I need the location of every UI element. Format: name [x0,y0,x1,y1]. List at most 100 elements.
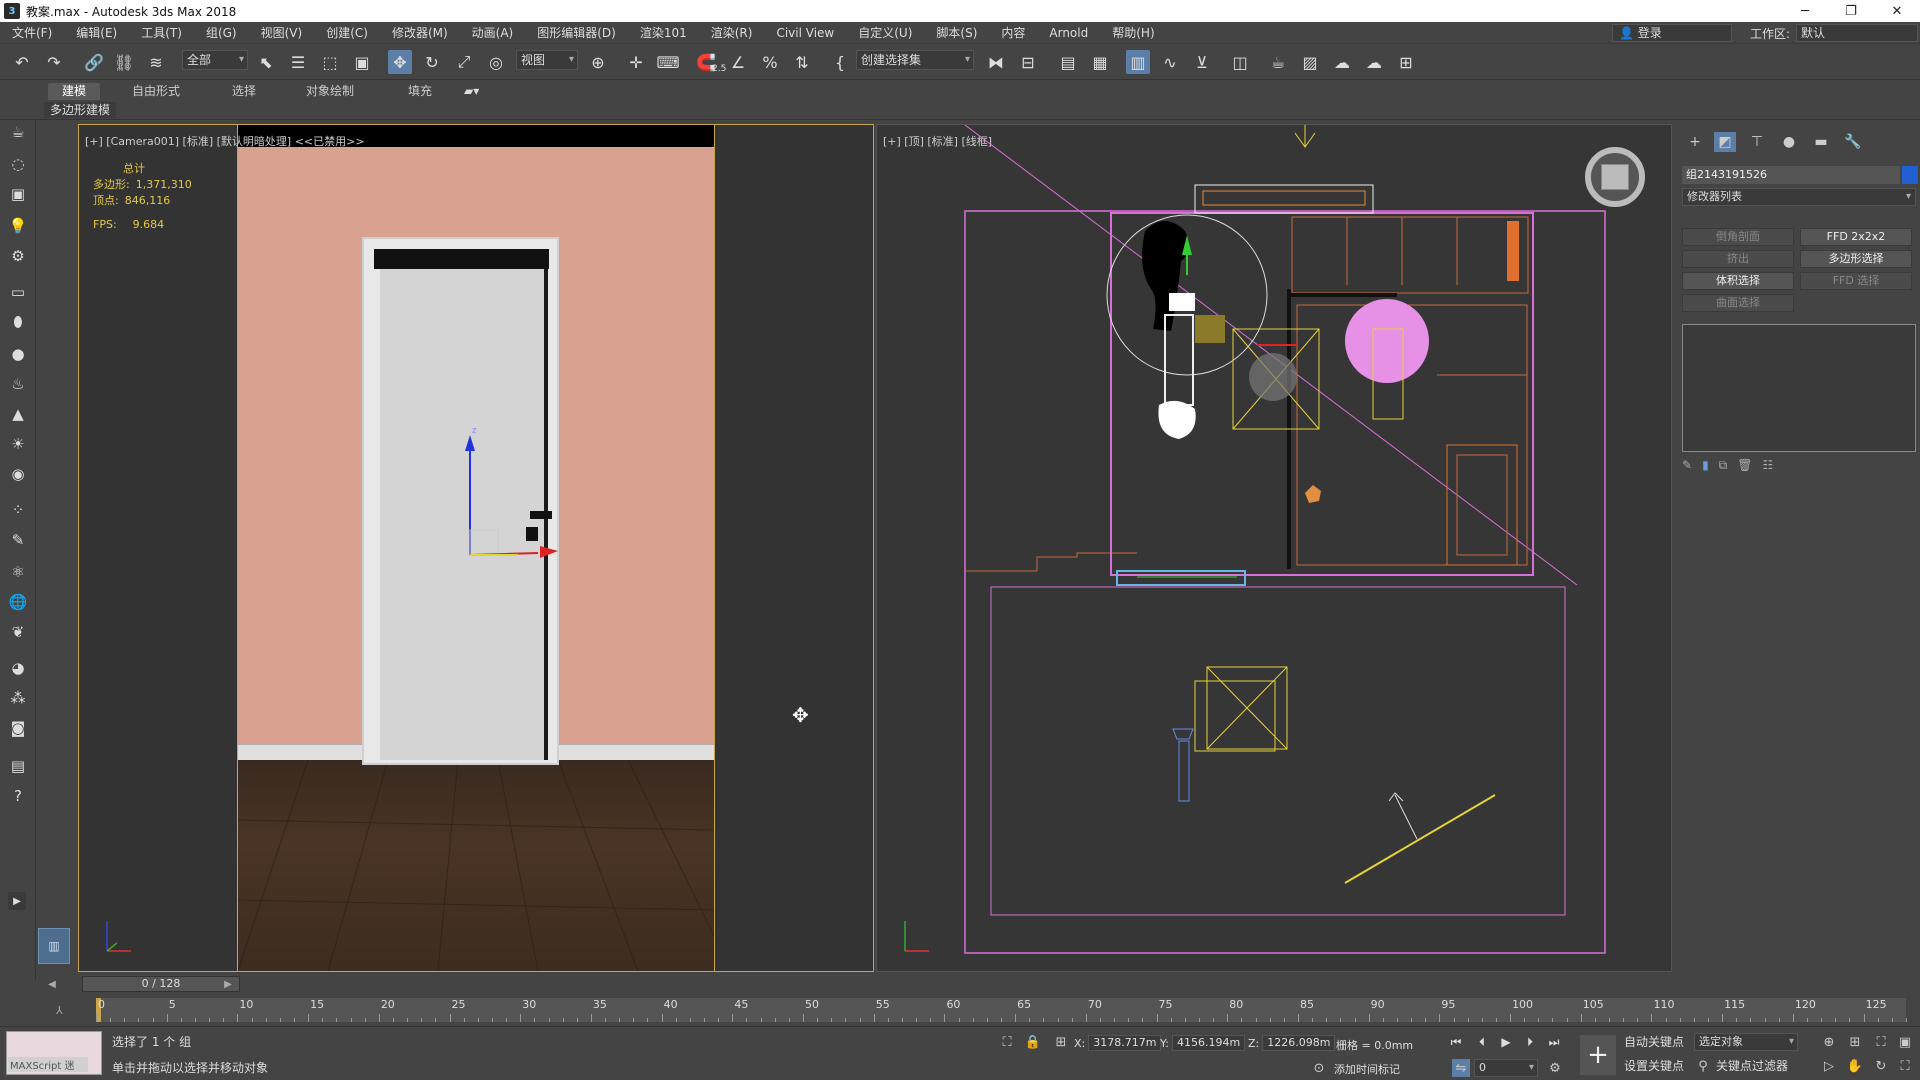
next-frame-arrow-icon[interactable]: ▶ [220,976,236,992]
select-manipulate-icon[interactable]: ✛ [624,50,648,74]
menu-file[interactable]: 文件(F) [0,24,64,41]
ribbon-tab-modeling[interactable]: 建模 [48,83,101,100]
pin-stack-icon[interactable]: ✎ [1682,458,1692,476]
maximize-viewport-icon[interactable]: ⛶ [1896,1057,1914,1075]
help-icon[interactable]: ? [6,784,30,808]
key-filters-button[interactable]: 关键点过滤器 [1716,1057,1788,1075]
configure-sets-icon[interactable]: ☷ [1762,458,1773,476]
minimize-button[interactable]: ─ [1782,0,1828,22]
select-rotate-icon[interactable]: ↻ [420,50,444,74]
top-viewport[interactable]: [+] [顶] [标准] [线框] [876,124,1672,972]
utilities-tab-icon[interactable]: 🔧 [1842,132,1864,152]
expand-arrow-icon[interactable]: ▶ [8,892,26,910]
go-to-end-icon[interactable]: ⏭ [1544,1033,1564,1051]
render-iterative-icon[interactable]: ⊞ [1394,50,1418,74]
edit-named-sets-icon[interactable]: { [828,50,852,74]
z-field[interactable]: 1226.098m [1262,1035,1336,1051]
zoom-extents-icon[interactable]: ⛶ [1872,1033,1890,1051]
filter-icon[interactable]: ⅄ [56,1004,63,1017]
time-tag-icon[interactable]: ⊙ [1310,1059,1328,1077]
link-icon[interactable]: 🔗 [82,50,106,74]
camera-viewport[interactable]: z [+] [Camera001] [标准] [默认明暗处理] <<已禁用>> … [78,124,874,972]
frame-ruler[interactable]: 0 5 10 15 20 25 30 35 40 45 50 55 60 65 70 75 80 85 90 95 10… [96,998,1907,1022]
schematic-view-icon[interactable]: ⊻ [1190,50,1214,74]
absolute-mode-icon[interactable]: ⊞ [1052,1033,1070,1051]
curve-editor-icon[interactable]: ∿ [1158,50,1182,74]
set-key-plus-icon[interactable]: + [1580,1035,1616,1075]
menu-tools[interactable]: 工具(T) [129,24,194,41]
add-time-tag[interactable]: 添加时间标记 [1334,1061,1400,1077]
y-field[interactable]: 4156.194m [1171,1035,1246,1051]
ribbon-tab-object-paint[interactable]: 对象绘制 [306,83,354,100]
ffd-2x2x2-button[interactable]: FFD 2x2x2 [1800,228,1912,246]
surface-select-button[interactable]: 曲面选择 [1682,294,1794,312]
keyboard-shortcut-icon[interactable]: ⌨ [656,50,680,74]
lasso-icon[interactable]: ◌ [6,152,30,176]
viewport-layout-icon[interactable]: ▥ [38,928,70,964]
box-icon[interactable]: ▭ [6,280,30,304]
key-filter-icon[interactable]: ⚲ [1694,1057,1712,1075]
ribbon-sub-polygon-modeling[interactable]: 多边形建模 [44,102,117,118]
menu-render101[interactable]: 渲染101 [628,24,699,41]
menu-create[interactable]: 创建(C) [314,24,380,41]
menu-modifiers[interactable]: 修改器(M) [380,24,460,41]
zoom-all-icon[interactable]: ⊞ [1846,1033,1864,1051]
select-move-icon[interactable]: ✥ [388,50,412,74]
teapot-icon[interactable]: ☕ [6,120,30,144]
color-balls-icon[interactable]: ⁂ [6,686,30,710]
close-button[interactable]: ✕ [1874,0,1920,22]
align-icon[interactable]: ⊟ [1016,50,1040,74]
render-setup-icon[interactable]: ☕ [1266,50,1290,74]
menu-help[interactable]: 帮助(H) [1100,24,1166,41]
unlink-icon[interactable]: ⛓ [112,50,136,74]
login-dropdown[interactable]: 👤 登录 [1612,24,1732,42]
atom-icon[interactable]: ⚛ [6,560,30,584]
vol-select-button[interactable]: 体积选择 [1682,272,1794,290]
menu-arnold[interactable]: Arnold [1037,26,1100,40]
prev-frame-icon[interactable]: ⏴ [1472,1033,1492,1051]
scene-icon[interactable]: ▣ [6,182,30,206]
undo-icon[interactable]: ↶ [10,50,34,74]
show-end-result-icon[interactable]: ▮ [1702,458,1709,476]
light-bulb-icon[interactable]: 💡 [6,214,30,238]
ribbon-toggle-icon[interactable]: ▥ [1126,50,1150,74]
bevel-profile-button[interactable]: 倒角剖面 [1682,228,1794,246]
scene-explorer-icon[interactable]: ▤ [1056,50,1080,74]
prev-frame-arrow-icon[interactable]: ◀ [44,976,60,992]
menu-group[interactable]: 组(G) [194,24,249,41]
menu-animation[interactable]: 动画(A) [460,24,526,41]
hierarchy-tab-icon[interactable]: ⊤ [1746,132,1768,152]
paint-icon[interactable]: ✎ [6,528,30,552]
material-ball-icon[interactable]: ◉ [6,462,30,486]
make-unique-icon[interactable]: ⧉ [1719,458,1728,476]
modify-tab-icon[interactable]: ◩ [1714,132,1736,152]
motion-tab-icon[interactable]: ● [1778,132,1800,152]
mirror-icon[interactable]: ⧓ [984,50,1008,74]
spinner-snap-icon[interactable]: ⇅ [790,50,814,74]
particles-icon[interactable]: ⁘ [6,498,30,522]
globe-icon[interactable]: 🌐 [6,590,30,614]
plant-icon[interactable]: ❦ [6,620,30,644]
menu-edit[interactable]: 编辑(E) [64,24,129,41]
menu-views[interactable]: 视图(V) [249,24,315,41]
ribbon-tab-freeform[interactable]: 自由形式 [132,83,180,100]
sun-icon[interactable]: ☀ [6,432,30,456]
ribbon-tab-populate[interactable]: 填充 [408,83,432,100]
rendered-frame-icon[interactable]: ▨ [1298,50,1322,74]
pivot-center-icon[interactable]: ⊕ [586,50,610,74]
window-crossing-icon[interactable]: ▣ [350,50,374,74]
viewport-label-left[interactable]: [+] [Camera001] [标准] [默认明暗处理] <<已禁用>> [85,133,365,149]
render-icon[interactable]: ◙ [6,716,30,740]
menu-rendering[interactable]: 渲染(R) [699,24,765,41]
selection-filter-dropdown[interactable]: 全部 [182,50,248,70]
rect-selection-icon[interactable]: ⬚ [318,50,342,74]
extrude-button[interactable]: 挤出 [1682,250,1794,268]
time-slider[interactable]: 0 / 128 [82,976,240,992]
orbit-icon[interactable]: ↻ [1872,1057,1890,1075]
bind-spacewarp-icon[interactable]: ≋ [144,50,168,74]
redo-icon[interactable]: ↷ [42,50,66,74]
fov-icon[interactable]: ▷ [1820,1057,1838,1075]
track-bar[interactable]: ⅄ 0 5 10 15 20 25 30 35 40 45 50 55 60 65 70 75 80 85 90 95… [36,996,1920,1026]
selected-object-dropdown[interactable]: 选定对象 [1694,1033,1798,1051]
shading-ball-icon[interactable]: ◕ [6,656,30,680]
